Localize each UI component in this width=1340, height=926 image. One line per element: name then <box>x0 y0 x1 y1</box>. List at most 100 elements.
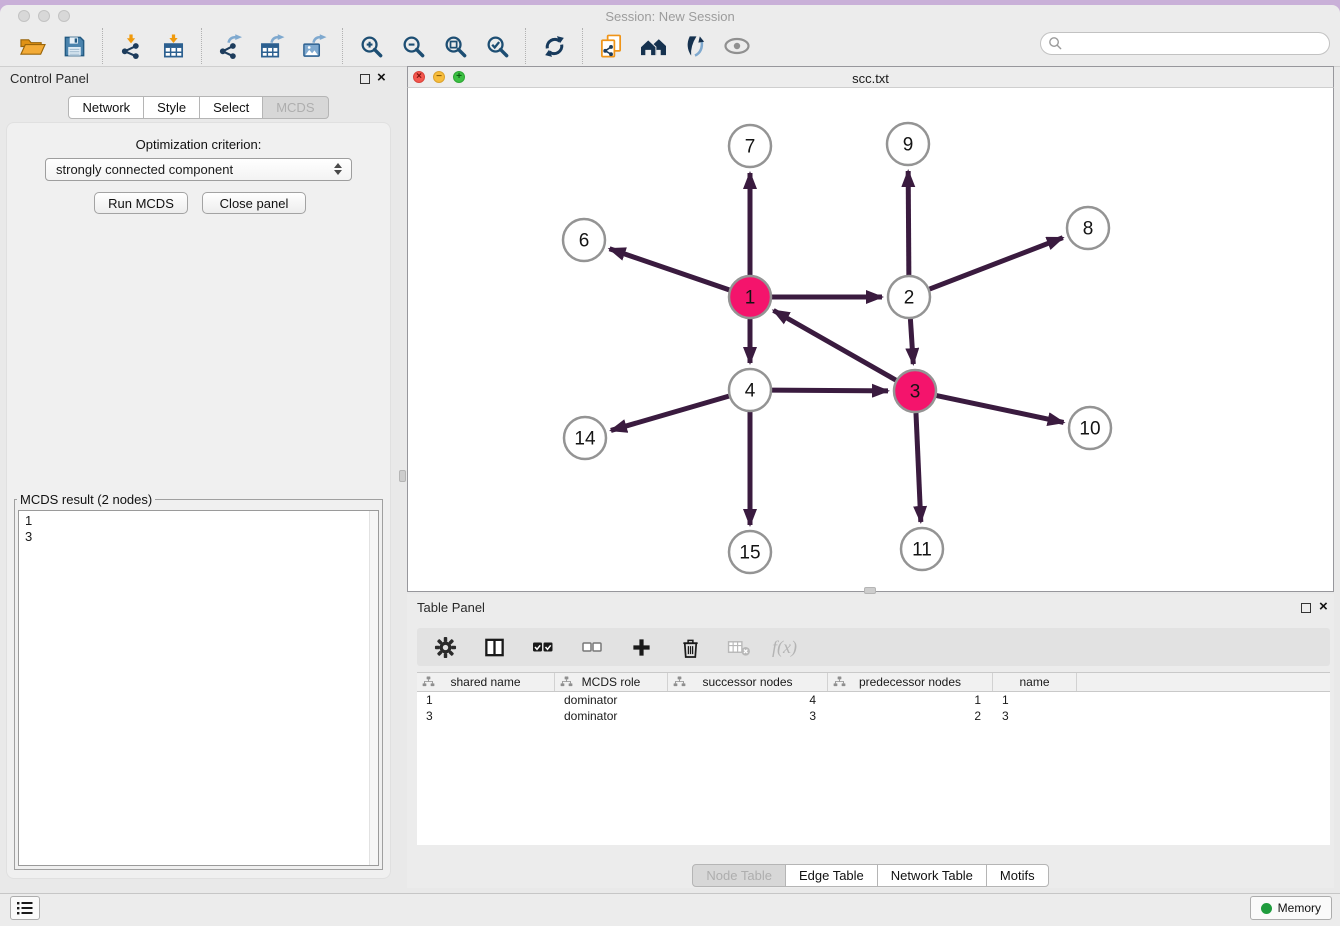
tab-mcds[interactable]: MCDS <box>262 96 328 119</box>
home-button[interactable] <box>637 30 669 62</box>
table-cell[interactable]: 1 <box>417 692 555 708</box>
column-layout-button[interactable] <box>478 631 510 663</box>
criterion-select-value: strongly connected component <box>56 162 233 177</box>
hierarchy-icon <box>422 676 435 687</box>
node-8[interactable]: 8 <box>1067 207 1109 249</box>
table-cell[interactable]: 3 <box>993 708 1077 724</box>
memory-button[interactable]: Memory <box>1250 896 1332 920</box>
style-brush-icon <box>683 34 707 59</box>
export-table-button[interactable] <box>256 30 288 62</box>
search-box <box>1040 32 1330 55</box>
table-settings-button[interactable] <box>429 631 461 663</box>
close-panel-button[interactable]: Close panel <box>202 192 306 214</box>
gear-icon <box>434 636 457 659</box>
criterion-select[interactable]: strongly connected component <box>45 158 352 181</box>
zoom-out-button[interactable] <box>397 30 429 62</box>
vertical-splitter-handle[interactable] <box>399 470 406 482</box>
node-15[interactable]: 15 <box>729 531 771 573</box>
zoom-selected-button[interactable] <box>481 30 513 62</box>
table-panel-close-icon[interactable]: × <box>1319 601 1328 612</box>
horizontal-splitter-handle[interactable] <box>864 587 876 594</box>
export-network-button[interactable] <box>214 30 246 62</box>
node-2[interactable]: 2 <box>888 276 930 318</box>
import-network-button[interactable] <box>115 30 147 62</box>
edge-4-3[interactable] <box>772 390 888 391</box>
edge-2-3[interactable] <box>910 319 913 364</box>
select-all-icon <box>532 638 554 656</box>
table-cell[interactable]: dominator <box>555 692 668 708</box>
table-panel-tabs: Node TableEdge TableNetwork TableMotifs <box>407 864 1334 887</box>
edge-3-11[interactable] <box>916 413 921 522</box>
zoom-fit-button[interactable] <box>439 30 471 62</box>
tab-network-table[interactable]: Network Table <box>877 864 987 887</box>
edge-3-10[interactable] <box>937 396 1064 423</box>
node-6[interactable]: 6 <box>563 219 605 261</box>
add-column-button[interactable] <box>625 631 657 663</box>
open-session-button[interactable] <box>16 30 48 62</box>
zoom-fit-icon <box>443 34 468 59</box>
column-header-predecessor-nodes[interactable]: predecessor nodes <box>828 673 993 691</box>
tab-motifs[interactable]: Motifs <box>986 864 1049 887</box>
table-cell[interactable]: 1 <box>828 692 993 708</box>
export-image-button[interactable] <box>298 30 330 62</box>
tab-node-table[interactable]: Node Table <box>692 864 786 887</box>
style-button[interactable] <box>679 30 711 62</box>
node-3[interactable]: 3 <box>894 370 936 412</box>
svg-text:15: 15 <box>739 543 760 564</box>
run-mcds-button[interactable]: Run MCDS <box>94 192 188 214</box>
columns-icon <box>483 636 506 659</box>
column-header-name[interactable]: name <box>993 673 1077 691</box>
column-header-shared-name[interactable]: shared name <box>417 673 555 691</box>
table-cell[interactable]: 2 <box>828 708 993 724</box>
node-14[interactable]: 14 <box>564 417 606 459</box>
deselect-all-button[interactable] <box>576 631 608 663</box>
column-header-successor-nodes[interactable]: successor nodes <box>668 673 828 691</box>
save-icon <box>62 34 87 59</box>
control-panel-float-icon[interactable] <box>360 74 370 84</box>
edge-2-8[interactable] <box>930 238 1063 289</box>
svg-text:7: 7 <box>745 137 756 158</box>
save-session-button[interactable] <box>58 30 90 62</box>
delete-table-icon <box>727 638 752 657</box>
table-cell[interactable]: dominator <box>555 708 668 724</box>
mcds-result-text[interactable]: 1 3 <box>18 510 379 866</box>
node-10[interactable]: 10 <box>1069 407 1111 449</box>
table-cell[interactable]: 1 <box>993 692 1077 708</box>
node-7[interactable]: 7 <box>729 125 771 167</box>
list-icon <box>16 901 34 915</box>
node-9[interactable]: 9 <box>887 123 929 165</box>
select-all-button[interactable] <box>527 631 559 663</box>
clone-network-button[interactable] <box>595 30 627 62</box>
show-hide-button[interactable] <box>721 30 753 62</box>
table-panel-float-icon[interactable] <box>1301 603 1311 613</box>
node-1[interactable]: 1 <box>729 276 771 318</box>
tab-select[interactable]: Select <box>199 96 263 119</box>
control-panel-close-icon[interactable]: × <box>377 72 386 83</box>
zoom-in-icon <box>359 34 384 59</box>
tab-style[interactable]: Style <box>143 96 200 119</box>
edge-2-9[interactable] <box>908 171 909 275</box>
table-row[interactable]: 3dominator323 <box>417 708 1330 724</box>
network-graph[interactable]: 1 2 3 4 6 7 8 9 10 11 14 15 <box>407 88 1334 592</box>
table-cell[interactable]: 3 <box>668 708 828 724</box>
refresh-button[interactable] <box>538 30 570 62</box>
tab-network[interactable]: Network <box>68 96 144 119</box>
search-input[interactable] <box>1040 32 1330 55</box>
edge-4-14[interactable] <box>611 396 729 430</box>
node-11[interactable]: 11 <box>901 528 943 570</box>
import-table-button[interactable] <box>157 30 189 62</box>
table-cell[interactable]: 3 <box>417 708 555 724</box>
mcds-result-scrollbar[interactable] <box>369 511 378 865</box>
zoom-group <box>343 28 526 64</box>
tab-edge-table[interactable]: Edge Table <box>785 864 878 887</box>
column-header-mcds-role[interactable]: MCDS role <box>555 673 668 691</box>
node-4[interactable]: 4 <box>729 369 771 411</box>
edge-3-1[interactable] <box>773 310 895 380</box>
show-panels-button[interactable] <box>10 896 40 920</box>
table-row[interactable]: 1dominator411 <box>417 692 1330 708</box>
zoom-in-button[interactable] <box>355 30 387 62</box>
table-cell[interactable]: 4 <box>668 692 828 708</box>
edge-1-6[interactable] <box>610 249 730 290</box>
delete-column-button[interactable] <box>674 631 706 663</box>
mcds-result-title: MCDS result (2 nodes) <box>17 492 155 507</box>
